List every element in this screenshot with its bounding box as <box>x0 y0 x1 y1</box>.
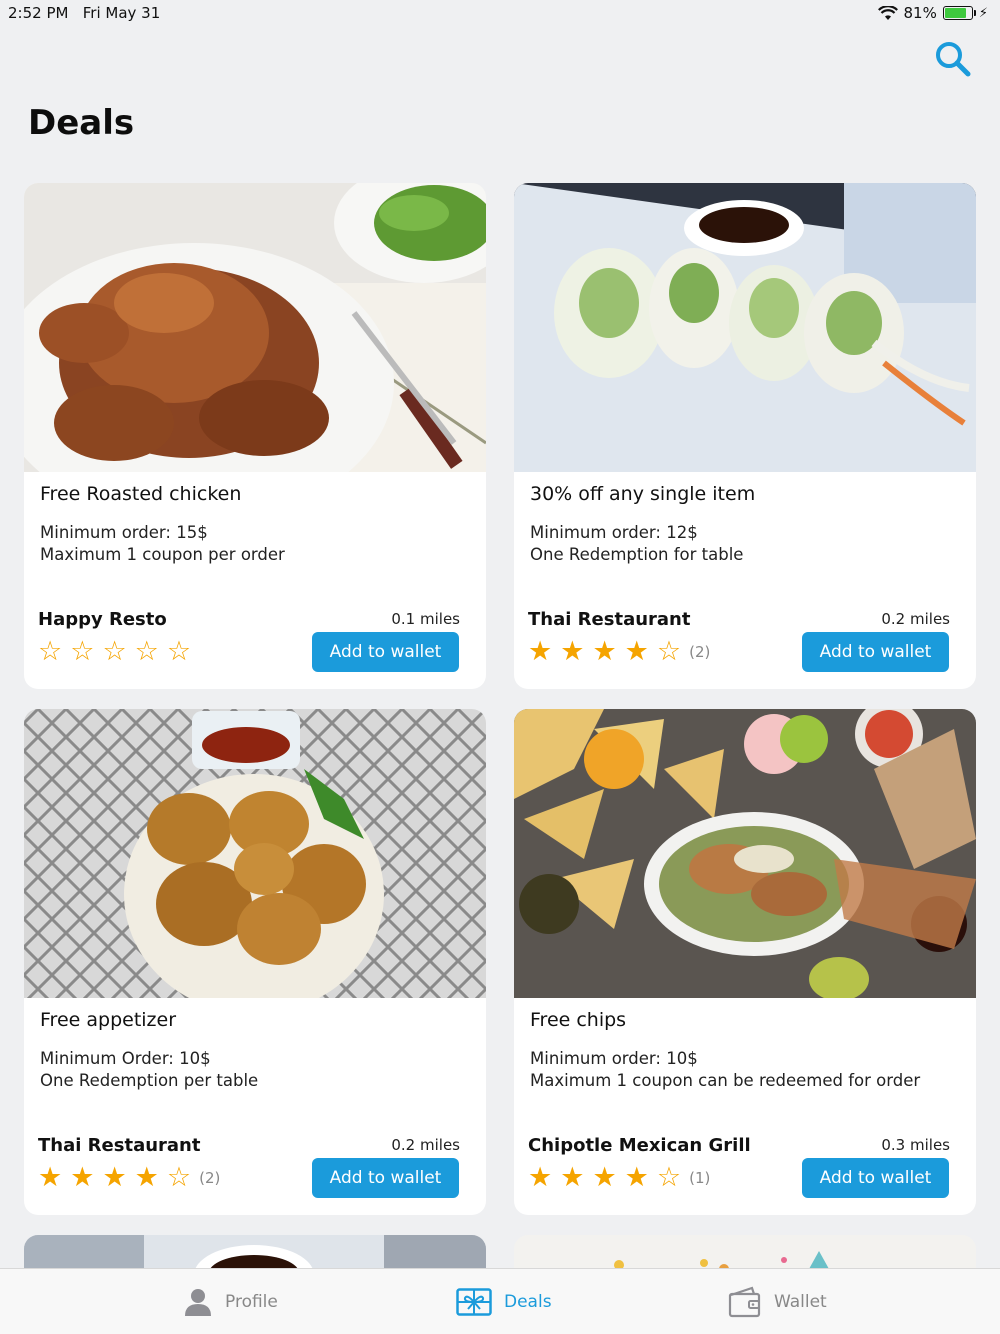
star-filled-icon: ★ <box>560 636 585 667</box>
star-filled-icon: ★ <box>624 1162 649 1193</box>
star-filled-icon: ★ <box>560 1162 585 1193</box>
review-count: (2) <box>689 642 711 661</box>
chips-bowl-photo <box>514 709 976 998</box>
tab-label: Deals <box>504 1292 552 1312</box>
search-icon <box>936 42 971 77</box>
deal-condition: Minimum order: 12$ <box>530 523 698 542</box>
status-bar: 2:52 PM Fri May 31 81% ⚡ <box>0 0 1000 28</box>
deal-condition: One Redemption for table <box>530 545 744 564</box>
status-right: 81% ⚡ <box>877 4 988 22</box>
deal-condition: Minimum order: 15$ <box>40 523 208 542</box>
star-filled-icon: ★ <box>70 1162 95 1193</box>
deal-card-partial[interactable] <box>24 1235 486 1268</box>
fritters-photo <box>24 709 486 998</box>
star-filled-icon: ★ <box>38 1162 63 1193</box>
deal-condition: One Redemption per table <box>40 1071 259 1090</box>
deal-title: Free chips <box>530 1009 627 1031</box>
review-count: (2) <box>199 1168 221 1187</box>
deal-title: Free appetizer <box>40 1009 177 1031</box>
deal-title: Free Roasted chicken <box>40 483 242 505</box>
star-empty-icon: ☆ <box>166 636 192 667</box>
deal-card-partial[interactable] <box>514 1235 976 1268</box>
tab-deals[interactable]: Deals <box>456 1269 552 1334</box>
restaurant-name[interactable]: Thai Restaurant <box>528 609 690 630</box>
star-filled-icon: ★ <box>528 636 553 667</box>
distance-label: 0.2 miles <box>391 1136 460 1154</box>
star-empty-icon: ☆ <box>656 1162 682 1193</box>
clock-date: Fri May 31 <box>82 4 161 22</box>
deal-condition: Maximum 1 coupon per order <box>40 545 285 564</box>
spring-rolls-photo <box>514 183 976 472</box>
star-filled-icon: ★ <box>134 1162 159 1193</box>
star-empty-icon: ☆ <box>656 636 682 667</box>
deal-condition: Minimum Order: 10$ <box>40 1049 211 1068</box>
star-empty-icon: ☆ <box>102 636 127 667</box>
deal-card[interactable]: Free appetizer Minimum Order: 10$ One Re… <box>24 709 486 1215</box>
star-filled-icon: ★ <box>592 636 617 667</box>
star-rating: ☆ ☆ ☆ ☆ ☆ <box>38 638 191 665</box>
star-rating: ★ ★ ★ ★ ☆ (1) <box>528 1164 710 1191</box>
wallet-icon <box>728 1286 761 1318</box>
page-title: Deals <box>28 103 135 143</box>
star-filled-icon: ★ <box>624 636 649 667</box>
battery-percent: 81% <box>903 4 937 22</box>
ticket-icon <box>456 1288 492 1316</box>
star-empty-icon: ☆ <box>134 636 159 667</box>
star-empty-icon: ☆ <box>166 1162 192 1193</box>
distance-label: 0.3 miles <box>881 1136 950 1154</box>
star-empty-icon: ☆ <box>38 636 63 667</box>
deal-card[interactable]: Free chips Minimum order: 10$ Maximum 1 … <box>514 709 976 1215</box>
clock-time: 2:52 PM <box>8 4 69 22</box>
restaurant-name[interactable]: Thai Restaurant <box>38 1135 200 1156</box>
charging-icon: ⚡ <box>978 5 988 21</box>
status-time: 2:52 PM Fri May 31 <box>8 4 160 22</box>
add-to-wallet-button[interactable]: Add to wallet <box>312 1158 459 1198</box>
star-rating: ★ ★ ★ ★ ☆ (2) <box>528 638 710 665</box>
restaurant-name[interactable]: Chipotle Mexican Grill <box>528 1135 751 1156</box>
roasted-chicken-photo <box>24 183 486 472</box>
tab-bar: Profile Deals Wallet <box>0 1268 1000 1334</box>
star-filled-icon: ★ <box>528 1162 553 1193</box>
review-count: (1) <box>689 1168 711 1187</box>
star-empty-icon: ☆ <box>70 636 95 667</box>
tab-profile[interactable]: Profile <box>183 1269 278 1334</box>
distance-label: 0.2 miles <box>881 610 950 628</box>
add-to-wallet-button[interactable]: Add to wallet <box>312 632 459 672</box>
deal-card[interactable]: 30% off any single item Minimum order: 1… <box>514 183 976 689</box>
deals-grid[interactable]: Free Roasted chicken Minimum order: 15$ … <box>24 183 976 1268</box>
star-rating: ★ ★ ★ ★ ☆ (2) <box>38 1164 220 1191</box>
tab-label: Profile <box>225 1292 278 1312</box>
person-icon <box>185 1289 211 1316</box>
deal-condition: Minimum order: 10$ <box>530 1049 698 1068</box>
wifi-icon <box>877 5 898 20</box>
tab-wallet[interactable]: Wallet <box>728 1269 827 1334</box>
restaurant-name[interactable]: Happy Resto <box>38 609 167 630</box>
tab-label: Wallet <box>774 1292 827 1312</box>
add-to-wallet-button[interactable]: Add to wallet <box>802 1158 949 1198</box>
deal-condition: Maximum 1 coupon can be redeemed for ord… <box>530 1071 921 1090</box>
star-filled-icon: ★ <box>592 1162 617 1193</box>
search-button[interactable] <box>930 38 974 82</box>
battery-icon <box>942 6 976 20</box>
deal-card[interactable]: Free Roasted chicken Minimum order: 15$ … <box>24 183 486 689</box>
add-to-wallet-button[interactable]: Add to wallet <box>802 632 949 672</box>
deal-title: 30% off any single item <box>530 483 756 505</box>
distance-label: 0.1 miles <box>391 610 460 628</box>
star-filled-icon: ★ <box>102 1162 127 1193</box>
